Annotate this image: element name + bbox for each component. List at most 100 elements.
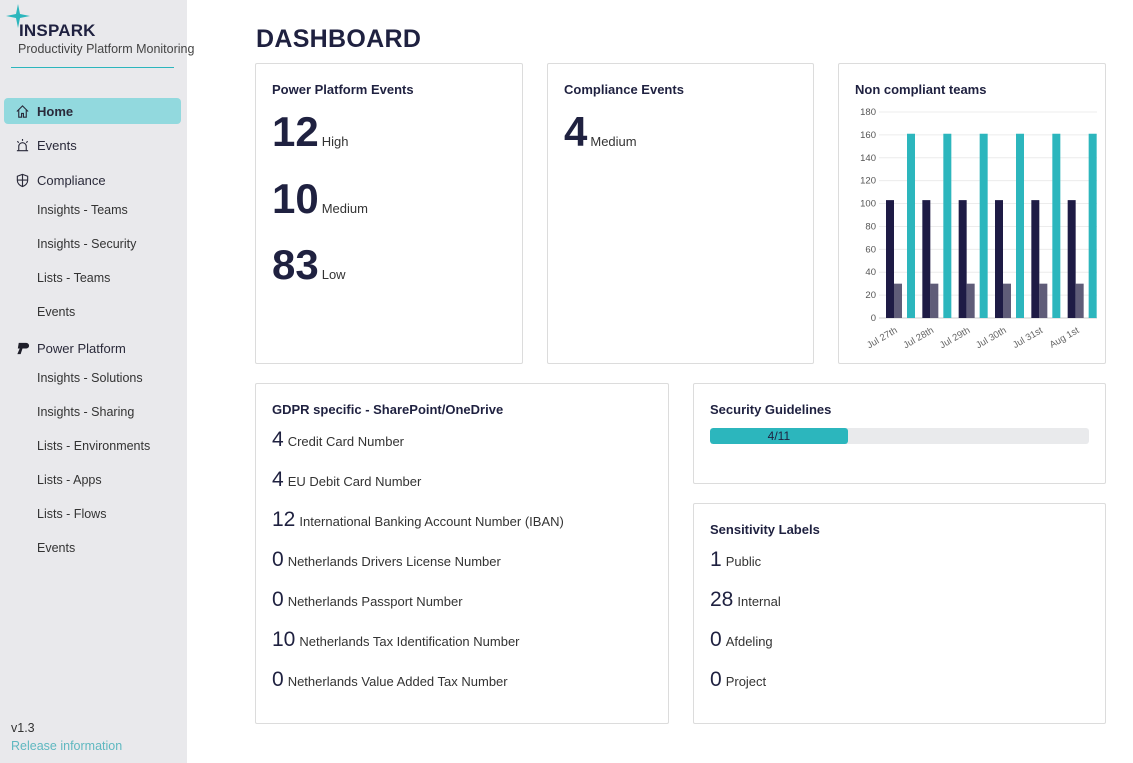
- x-tick-label: Jul 30th: [974, 325, 1008, 351]
- count-value: 10: [272, 175, 319, 222]
- item-label: Netherlands Passport Number: [287, 594, 463, 609]
- x-tick-label: Jul 28th: [902, 325, 936, 351]
- item-count: 4: [272, 428, 284, 451]
- item-count: 10: [272, 628, 296, 651]
- event-count-high: 12 High: [272, 108, 348, 156]
- bar-series-2: [894, 283, 902, 318]
- bar-series-2: [930, 283, 939, 318]
- item-count: 12: [272, 508, 296, 531]
- bar-series-2: [966, 283, 975, 318]
- sidebar-item-events[interactable]: Events: [4, 132, 181, 158]
- count-label: Medium: [590, 134, 637, 149]
- sidebar-item-insights-security[interactable]: Insights - Security: [4, 231, 181, 257]
- sidebar-item-events[interactable]: Events: [4, 535, 181, 561]
- security-guidelines-card: Security Guidelines 4/11: [693, 383, 1106, 484]
- item-label: Internal: [737, 594, 781, 609]
- non-compliant-teams-chart: 0 20 40 60 80 100 120 140 160 180 Jul 27th Jul 28th…: [860, 107, 1097, 351]
- item-label: International Banking Account Number (IB…: [299, 514, 564, 529]
- bar-series-1: [922, 200, 931, 318]
- sidebar-item-label: Lists - Flows: [37, 507, 107, 521]
- y-tick-label: 20: [865, 290, 876, 301]
- sidebar-item-power-platform[interactable]: Power Platform: [4, 335, 181, 361]
- sidebar-item-label: Events: [37, 137, 77, 153]
- item-count: 4: [272, 468, 284, 491]
- item-label: Netherlands Tax Identification Number: [299, 634, 520, 649]
- divider: [11, 67, 174, 68]
- item-count: 28: [710, 588, 734, 611]
- list-item: 0 Netherlands Drivers License Number: [272, 548, 501, 572]
- sensitivity-labels-card: Sensitivity Labels 1 Public 28 Internal 0 Afd…: [693, 503, 1106, 724]
- bar-series-2: [1075, 283, 1084, 318]
- y-tick-label: 0: [871, 313, 876, 324]
- event-count-medium: 4 Medium: [564, 108, 637, 156]
- x-tick-label: Jul 31st: [1011, 325, 1045, 351]
- brand-subtitle: Productivity Platform Monitoring: [18, 42, 195, 56]
- bar-series-2: [1039, 283, 1048, 318]
- bar-series-2: [1003, 283, 1011, 318]
- count-label: Medium: [321, 201, 368, 216]
- sidebar-item-label: Lists - Apps: [37, 473, 102, 487]
- card-title: Compliance Events: [564, 82, 684, 97]
- sidebar-item-events[interactable]: Events: [4, 299, 181, 325]
- page-title: DASHBOARD: [256, 25, 422, 53]
- sidebar-item-label: Power Platform: [37, 340, 126, 356]
- y-tick-label: 100: [860, 199, 876, 210]
- sidebar-item-label: Insights - Teams: [37, 203, 128, 217]
- shield-icon: [14, 172, 30, 188]
- count-value: 12: [272, 108, 319, 155]
- y-tick-label: 160: [860, 130, 876, 141]
- item-label: Credit Card Number: [287, 434, 405, 449]
- sidebar-item-insights-teams[interactable]: Insights - Teams: [4, 197, 181, 223]
- sidebar-item-lists-teams[interactable]: Lists - Teams: [4, 265, 181, 291]
- sidebar-item-label: Home: [37, 103, 74, 119]
- card-title: Sensitivity Labels: [710, 522, 820, 537]
- security-guidelines-progress: 4/11: [710, 428, 1089, 444]
- item-label: Project: [725, 674, 767, 689]
- bar-series-3: [1016, 133, 1024, 318]
- y-tick-label: 180: [860, 107, 876, 118]
- x-tick-label: Jul 27th: [865, 325, 899, 351]
- bar-series-3: [943, 133, 952, 318]
- list-item: 0 Netherlands Value Added Tax Number: [272, 668, 508, 692]
- sidebar-item-compliance[interactable]: Compliance: [4, 167, 181, 193]
- bar-series-1: [958, 200, 967, 318]
- count-label: High: [321, 134, 349, 149]
- count-value: 83: [272, 241, 319, 288]
- x-tick-label: Jul 29th: [938, 325, 972, 351]
- progress-fill: 4/11: [710, 428, 848, 444]
- list-item: 10 Netherlands Tax Identification Number: [272, 628, 520, 652]
- y-tick-label: 120: [860, 176, 876, 187]
- bar-series-3: [979, 133, 988, 318]
- bar-series-1: [1031, 200, 1040, 318]
- x-tick-label: Aug 1st: [1048, 325, 1082, 351]
- home-icon: [14, 103, 30, 119]
- sidebar-item-home[interactable]: Home: [4, 98, 181, 124]
- item-count: 1: [710, 548, 722, 571]
- sidebar-item-label: Lists - Teams: [37, 271, 111, 285]
- sidebar-item-label: Compliance: [37, 172, 106, 188]
- sidebar-item-insights-solutions[interactable]: Insights - Solutions: [4, 365, 181, 391]
- version-label: v1.3: [11, 721, 35, 735]
- sidebar-item-label: Insights - Solutions: [37, 371, 143, 385]
- sidebar-item-label: Events: [37, 541, 76, 555]
- release-information-link[interactable]: Release information: [11, 739, 122, 753]
- brand-name: INSPARK: [19, 21, 96, 40]
- sidebar-item-label: Insights - Security: [37, 237, 137, 251]
- sidebar-item-lists-environments[interactable]: Lists - Environments: [4, 433, 181, 459]
- bar-series-1: [1067, 200, 1076, 318]
- sidebar-item-insights-sharing[interactable]: Insights - Sharing: [4, 399, 181, 425]
- y-tick-label: 140: [860, 153, 876, 164]
- y-tick-label: 40: [865, 267, 876, 278]
- bar-series-3: [907, 133, 915, 318]
- item-label: EU Debit Card Number: [287, 474, 422, 489]
- alarm-icon: [14, 137, 30, 153]
- gdpr-card: GDPR specific - SharePoint/OneDrive 4 Cre…: [255, 383, 669, 724]
- sidebar-item-lists-apps[interactable]: Lists - Apps: [4, 467, 181, 493]
- sidebar-item-lists-flows[interactable]: Lists - Flows: [4, 501, 181, 527]
- bar-series-1: [995, 200, 1003, 318]
- sidebar-item-label: Lists - Environments: [37, 439, 151, 453]
- card-title: Power Platform Events: [272, 82, 414, 97]
- item-count: 0: [710, 668, 722, 691]
- item-count: 0: [272, 588, 284, 611]
- item-label: Netherlands Value Added Tax Number: [287, 674, 508, 689]
